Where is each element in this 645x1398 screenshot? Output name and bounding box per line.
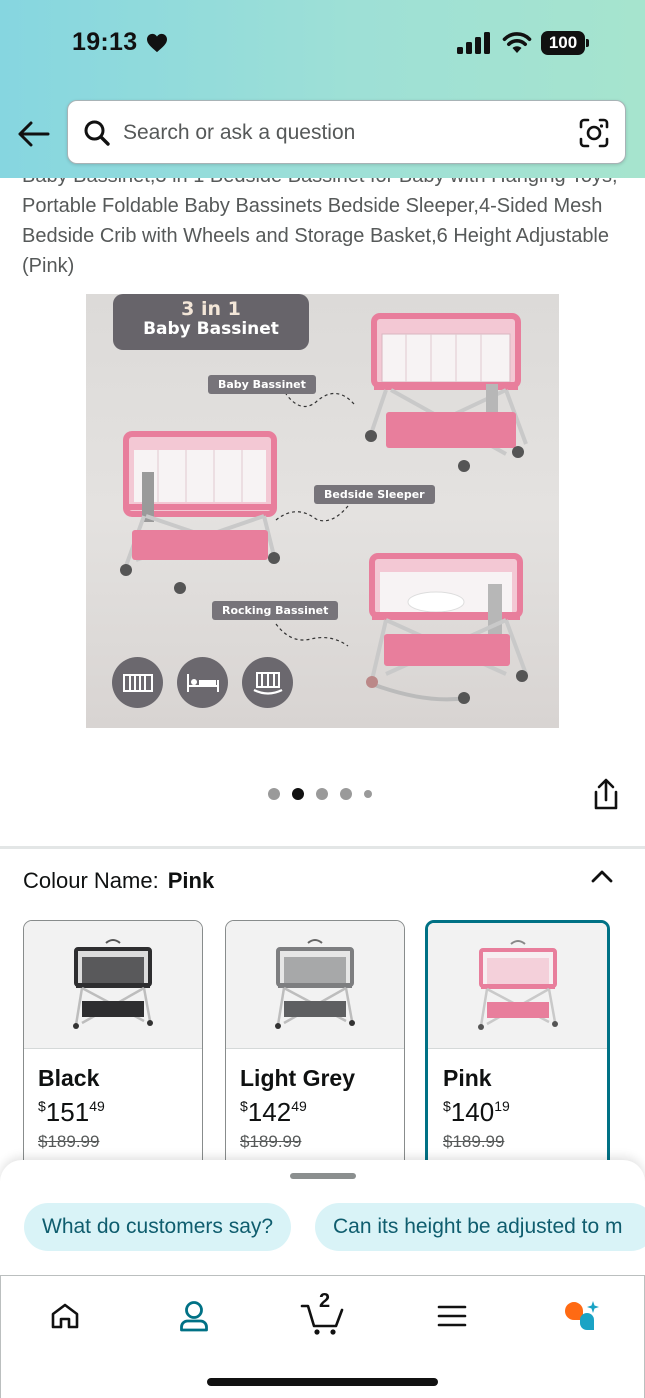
price-fraction: 49 <box>291 1098 307 1114</box>
sheet-drag-handle[interactable] <box>290 1173 356 1179</box>
colour-label: Colour Name: <box>23 868 159 893</box>
section-divider <box>0 846 645 849</box>
price-fraction: 49 <box>89 1098 105 1114</box>
pagination-dot[interactable] <box>364 790 372 798</box>
price-currency: $ <box>38 1098 46 1114</box>
colour-selected-value: Pink <box>167 868 215 893</box>
bed-icon <box>177 657 228 708</box>
swatch-list-price: $189.99 <box>38 1132 100 1151</box>
pagination-dot[interactable] <box>316 788 328 800</box>
bassinet-thumbnail <box>477 939 558 1030</box>
camera-lens-icon[interactable] <box>579 118 609 148</box>
swatch-list-price: $189.99 <box>443 1132 505 1151</box>
signal-icon <box>457 32 490 54</box>
crib-icon <box>112 657 163 708</box>
product-title: Baby Bassinet,3 in 1 Bedside Bassinet fo… <box>22 178 618 277</box>
price-whole: 151 <box>45 1097 90 1127</box>
product-image[interactable]: 3 in 1 Baby Bassinet Baby Bassinet Bedsi… <box>86 294 559 728</box>
swatch-list-price: $189.99 <box>240 1132 302 1151</box>
label-baby-bassinet: Baby Bassinet <box>208 375 316 394</box>
price-fraction: 19 <box>494 1098 510 1114</box>
menu-icon <box>437 1305 467 1327</box>
suggestion-chip[interactable]: What do customers say? <box>24 1203 292 1251</box>
label-bedside-sleeper: Bedside Sleeper <box>314 485 435 504</box>
rufus-icon <box>565 1301 599 1330</box>
swatch-thumbnail <box>226 921 404 1049</box>
search-bar[interactable] <box>67 100 626 164</box>
home-indicator <box>207 1378 438 1386</box>
rufus-bottom-sheet[interactable]: What do customers say? Can its height be… <box>0 1160 645 1280</box>
app-header: 19:13 100 <box>0 0 645 178</box>
price-whole: 140 <box>450 1097 495 1127</box>
rocker-icon <box>242 657 293 708</box>
colour-option-pink[interactable]: Pink $14019 $189.99 <box>425 920 610 1180</box>
back-button[interactable] <box>14 116 52 152</box>
colour-name-row: Colour Name: Pink <box>23 868 214 894</box>
nav-cart[interactable]: 2 <box>291 1290 355 1340</box>
back-arrow-icon <box>18 121 50 147</box>
bassinet-illustration <box>120 313 528 704</box>
cart-count: 2 <box>319 1290 331 1312</box>
bassinet-thumbnail <box>275 938 355 1029</box>
battery-cap <box>586 39 589 47</box>
swatch-price: $15149 <box>38 1097 105 1128</box>
account-icon <box>180 1301 208 1332</box>
product-title-container: Baby Bassinet,3 in 1 Bedside Bassinet fo… <box>0 178 645 280</box>
swatch-name: Light Grey <box>240 1065 356 1091</box>
swatch-name: Pink <box>443 1065 492 1091</box>
swatch-thumbnail <box>24 921 202 1049</box>
nav-home[interactable] <box>33 1292 97 1340</box>
price-whole: 142 <box>247 1097 292 1127</box>
label-rocking-bassinet: Rocking Bassinet <box>212 601 339 620</box>
price-currency: $ <box>443 1098 451 1114</box>
nav-rufus[interactable] <box>549 1292 613 1340</box>
search-icon <box>84 120 110 146</box>
price-currency: $ <box>240 1098 248 1114</box>
image-pagination[interactable] <box>268 788 372 800</box>
heart-icon <box>147 33 167 53</box>
swatch-price: $14249 <box>240 1097 307 1128</box>
chevron-up-icon[interactable] <box>590 866 614 886</box>
swatch-price: $14019 <box>443 1097 510 1128</box>
pagination-dot[interactable] <box>268 788 280 800</box>
wifi-icon <box>502 32 532 53</box>
status-time: 19:13 <box>72 28 138 56</box>
pagination-dot-active[interactable] <box>292 788 304 800</box>
colour-option-black[interactable]: Black $15149 $189.99 <box>23 920 203 1180</box>
share-icon[interactable] <box>590 778 622 812</box>
battery-indicator: 100 <box>541 31 585 55</box>
colour-option-light-grey[interactable]: Light Grey $14249 $189.99 <box>225 920 405 1180</box>
nav-menu[interactable] <box>420 1292 484 1340</box>
suggestion-chip[interactable]: Can its height be adjusted to m <box>315 1203 645 1251</box>
swatch-name: Black <box>38 1065 100 1091</box>
nav-account[interactable] <box>162 1292 226 1340</box>
home-icon <box>51 1303 79 1329</box>
bassinet-thumbnail <box>73 938 153 1029</box>
swatch-thumbnail <box>428 923 607 1049</box>
pagination-dot[interactable] <box>340 788 352 800</box>
search-input[interactable] <box>123 115 563 151</box>
